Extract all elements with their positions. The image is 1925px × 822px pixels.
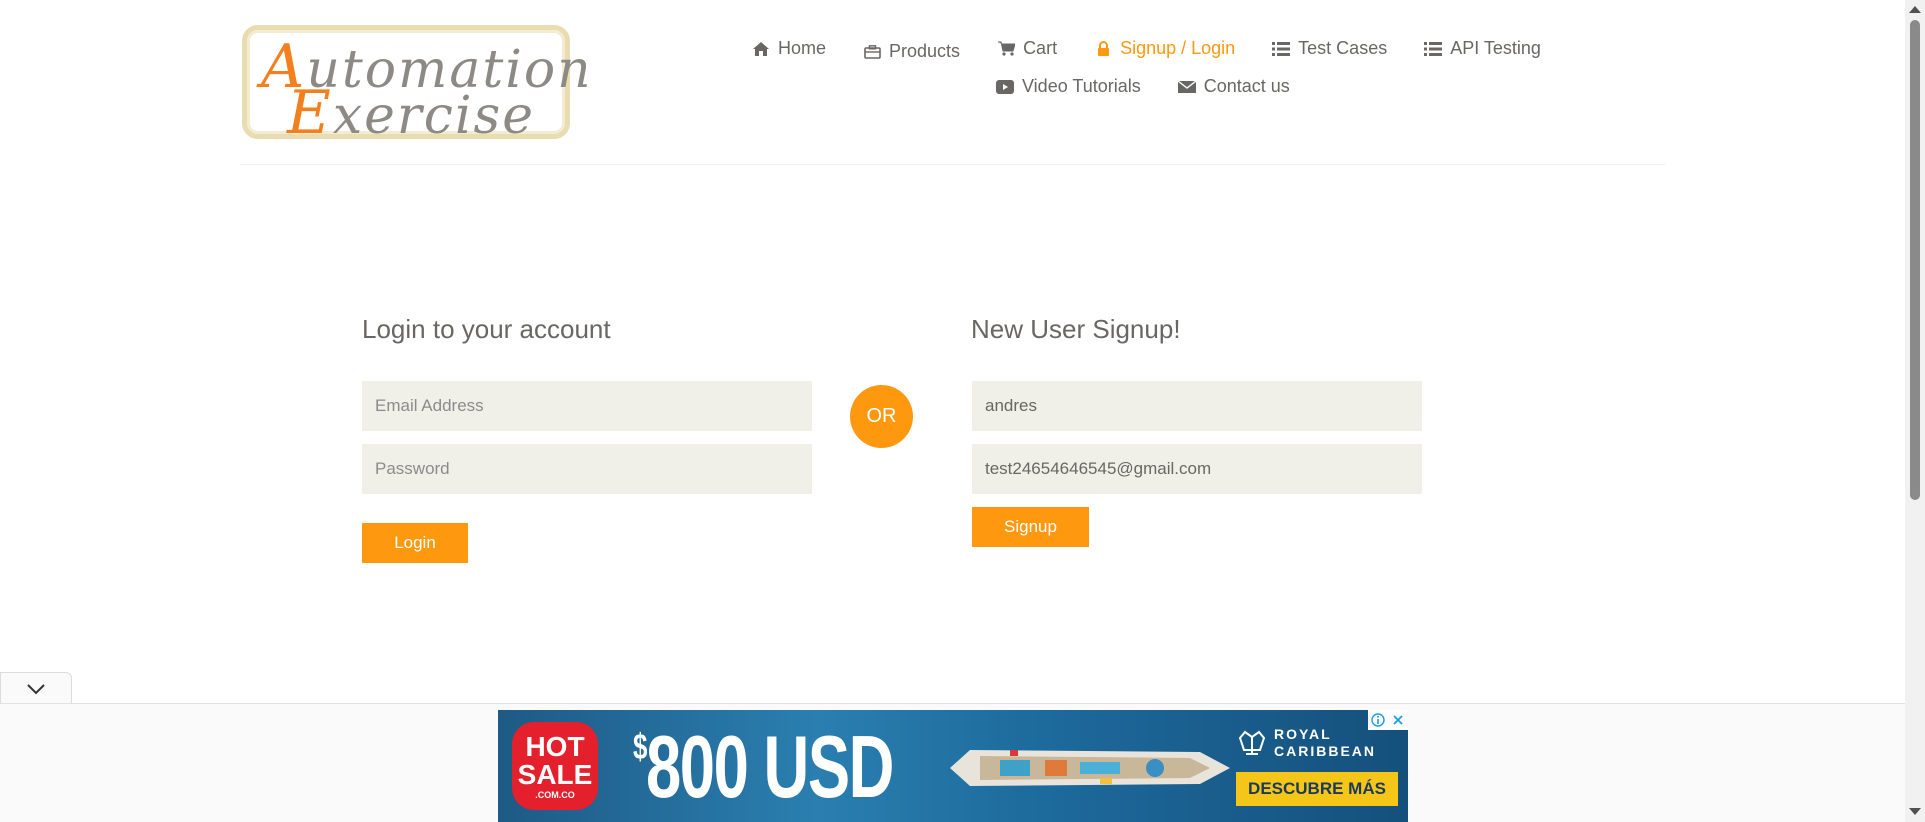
envelope-icon <box>1177 79 1196 95</box>
nav-products[interactable]: Products <box>863 41 960 62</box>
nav-signup-login[interactable]: Signup / Login <box>1094 38 1235 59</box>
secondary-nav: Video Tutorials Contact us <box>996 76 1327 97</box>
signup-button[interactable]: Signup <box>972 507 1089 547</box>
cart-icon <box>997 41 1015 57</box>
nav-test-cases-label: Test Cases <box>1298 38 1388 58</box>
products-icon <box>863 44 881 60</box>
nav-api-testing[interactable]: API Testing <box>1424 38 1541 59</box>
nav-video-tutorials[interactable]: Video Tutorials <box>996 76 1141 97</box>
signup-email-input[interactable] <box>972 444 1422 494</box>
nav-home[interactable]: Home <box>752 38 826 59</box>
or-divider: OR <box>850 385 913 448</box>
ad-cta-button[interactable]: DESCUBRE MÁS <box>1236 772 1398 806</box>
scroll-thumb[interactable] <box>1910 20 1920 500</box>
header-divider <box>240 164 1665 165</box>
royal-caribbean-crown-icon <box>1238 730 1266 755</box>
nav-api-testing-label: API Testing <box>1450 38 1541 58</box>
page-scrollbar[interactable] <box>1905 0 1925 822</box>
list-icon <box>1424 41 1443 57</box>
nav-cart[interactable]: Cart <box>997 38 1057 59</box>
ad-price: $800 USD <box>633 717 894 816</box>
nav-contact-us-label: Contact us <box>1203 76 1290 96</box>
signup-name-input[interactable] <box>972 381 1422 431</box>
logo-line-2: Exercise <box>287 78 535 148</box>
ad-info-icon[interactable] <box>1368 710 1388 730</box>
nav-home-label: Home <box>778 38 827 58</box>
royal-caribbean-brand: ROYAL CARIBBEAN <box>1274 726 1376 759</box>
home-icon <box>752 41 770 57</box>
ad-close-icon[interactable] <box>1388 710 1408 730</box>
ad-banner[interactable]: HOT SALE .COM.CO $800 USD ROYAL CARIBBEA… <box>498 710 1408 822</box>
nav-video-tutorials-label: Video Tutorials <box>1022 76 1141 96</box>
nav-test-cases[interactable]: Test Cases <box>1272 38 1387 59</box>
cruise-ship-image <box>950 750 1230 786</box>
nav-contact-us[interactable]: Contact us <box>1177 76 1290 97</box>
scroll-down-arrow-icon[interactable] <box>1909 808 1921 815</box>
scroll-up-arrow-icon[interactable] <box>1909 6 1921 13</box>
login-email-input[interactable] <box>362 381 812 431</box>
login-title: Login to your account <box>362 314 611 344</box>
nav-cart-label: Cart <box>1023 38 1058 58</box>
chevron-down-icon <box>27 683 45 694</box>
nav-products-label: Products <box>889 41 961 61</box>
main-nav: Home Products Cart Signup / Login Test C… <box>752 38 1578 62</box>
list-icon <box>1272 41 1291 57</box>
login-password-input[interactable] <box>362 444 812 494</box>
ad-collapse-toggle[interactable] <box>0 672 72 704</box>
login-button[interactable]: Login <box>362 523 468 563</box>
lock-icon <box>1094 41 1112 57</box>
site-logo[interactable]: Automation Exercise <box>242 25 591 148</box>
signup-title: New User Signup! <box>971 314 1181 344</box>
nav-signup-login-label: Signup / Login <box>1120 38 1236 58</box>
youtube-icon <box>996 79 1014 95</box>
hot-sale-badge: HOT SALE .COM.CO <box>512 722 598 810</box>
